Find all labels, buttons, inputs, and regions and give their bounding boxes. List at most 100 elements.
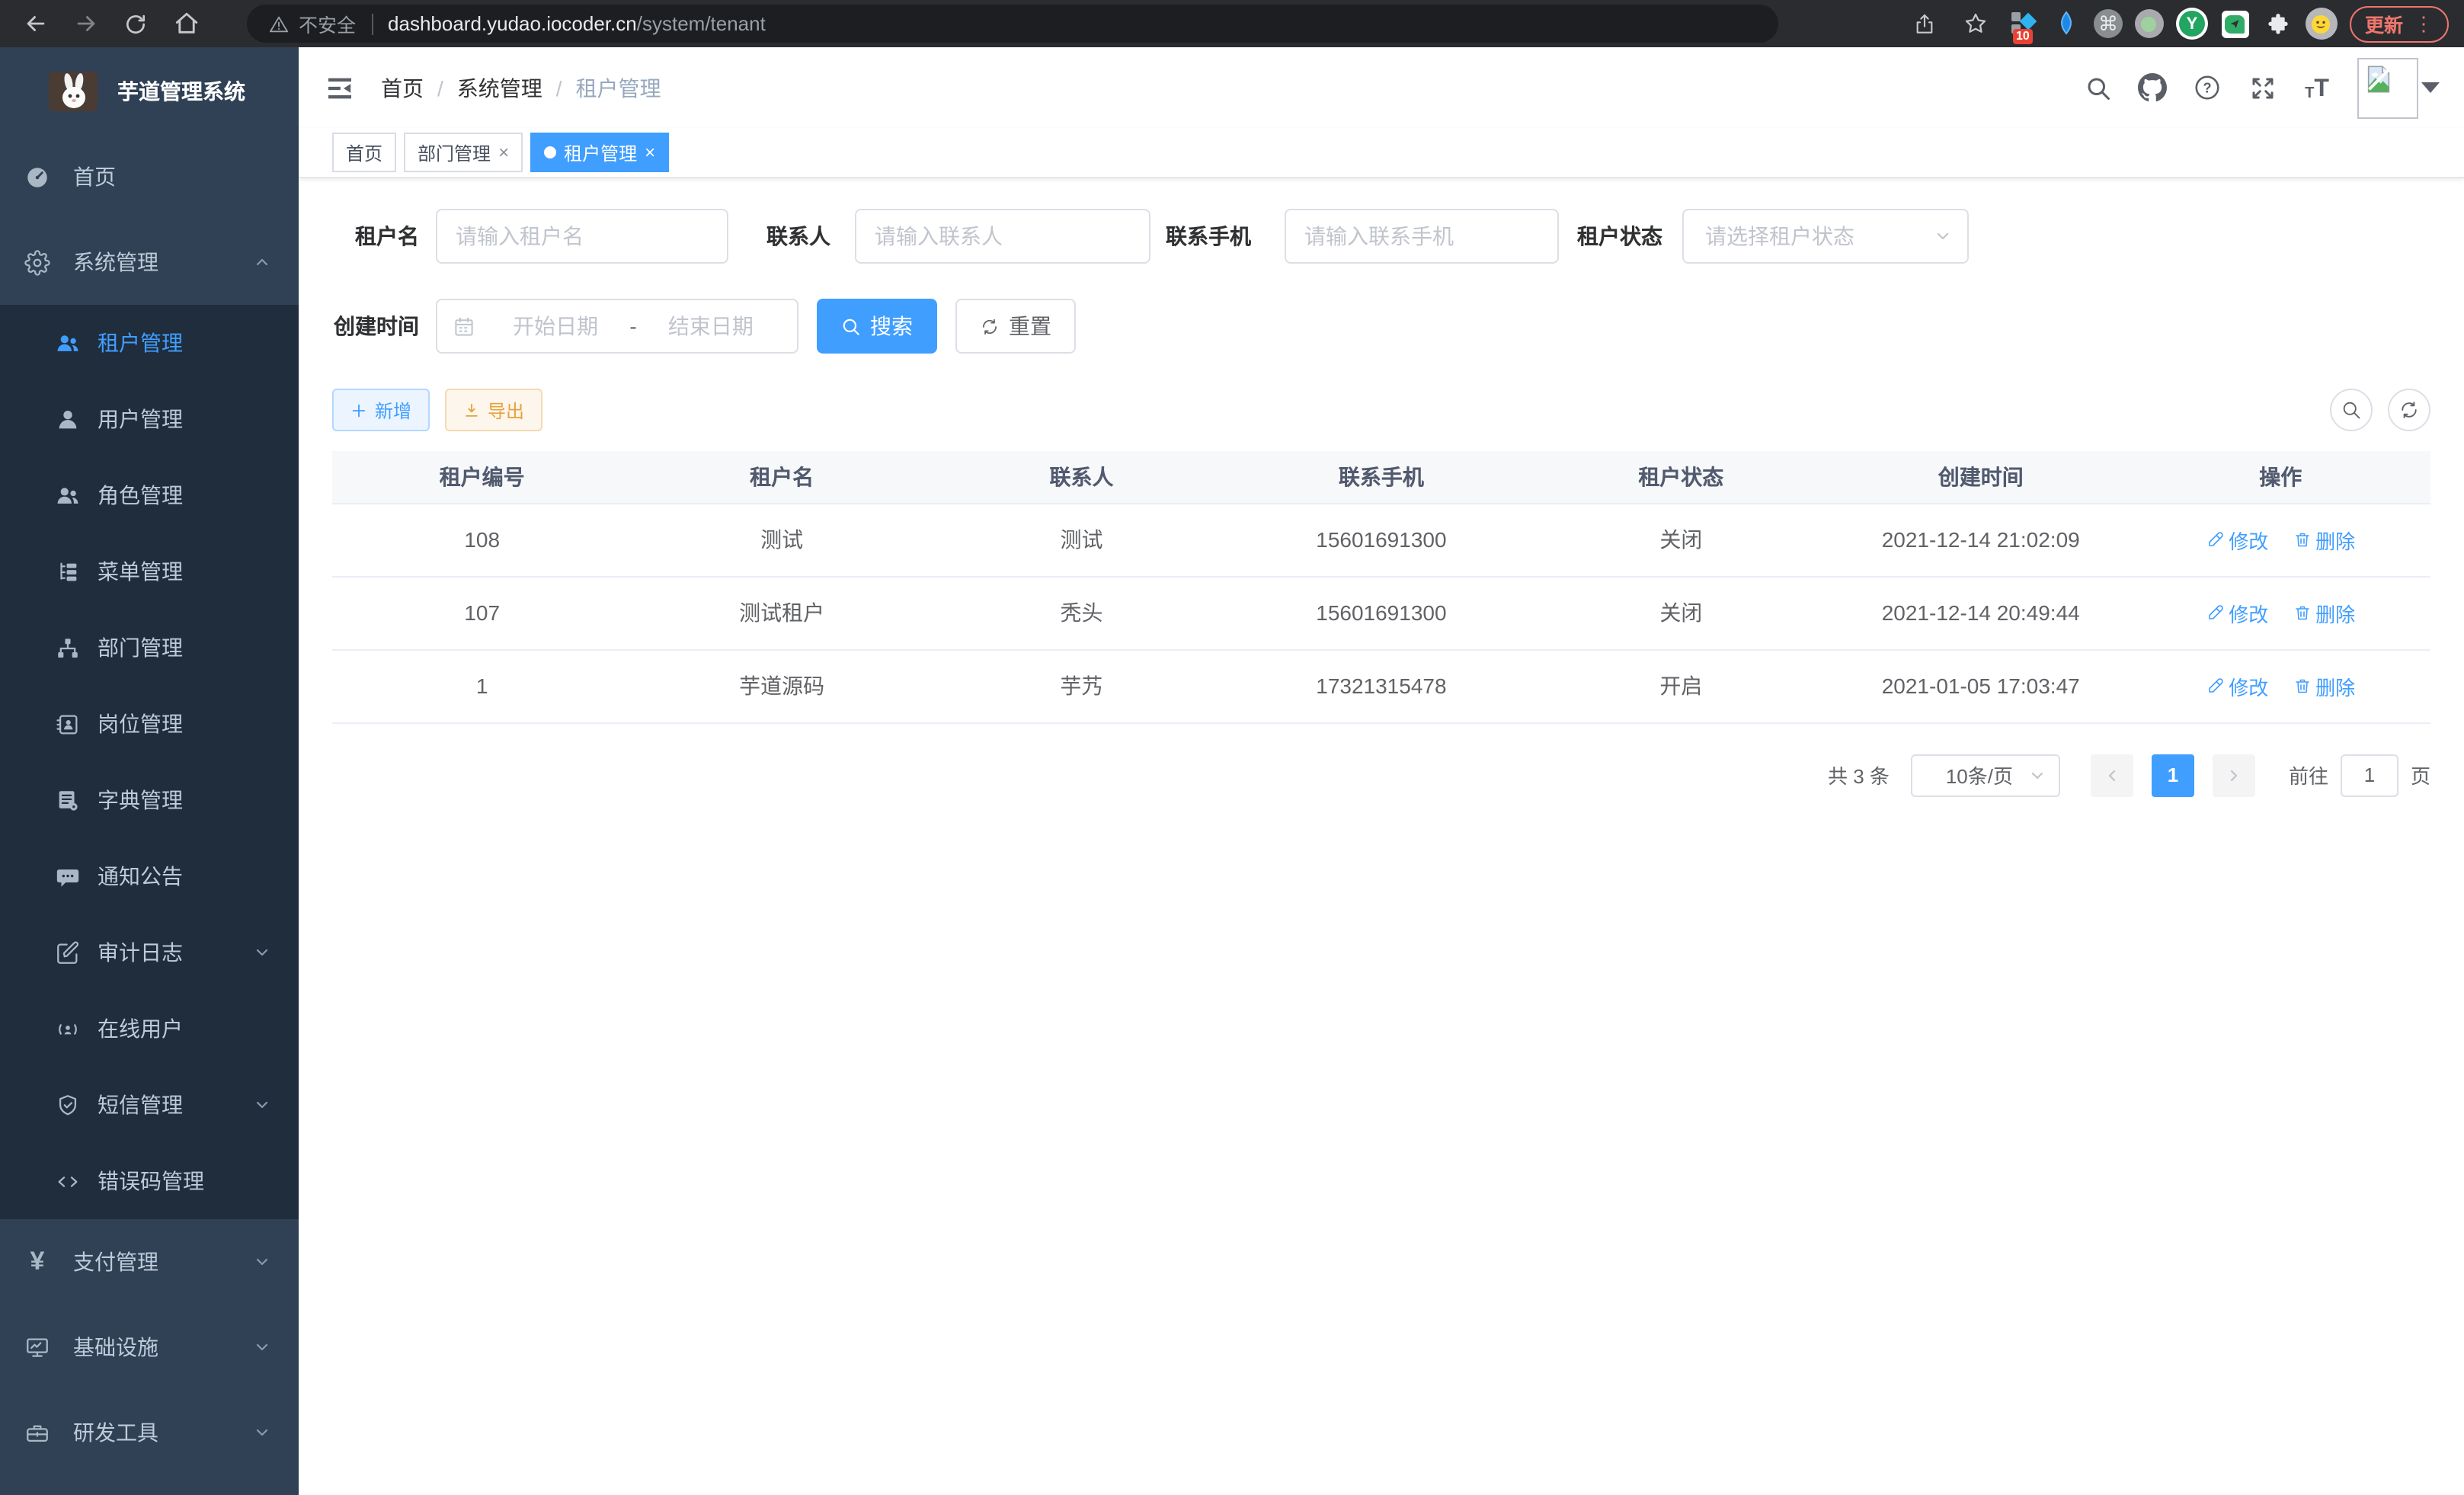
app-logo-row[interactable]: 芋道管理系统	[0, 47, 299, 134]
help-icon[interactable]: ?	[2193, 73, 2222, 102]
dashboard-icon	[24, 164, 50, 190]
sidebar-item-tenant[interactable]: 租户管理	[0, 305, 299, 381]
close-icon[interactable]: ×	[498, 142, 509, 163]
sidebar-item-menu[interactable]: 菜单管理	[0, 533, 299, 610]
sidebar-item-label: 首页	[73, 162, 116, 192]
toggle-search-button[interactable]	[2330, 389, 2373, 431]
date-end-placeholder: 结束日期	[640, 311, 782, 341]
search-button[interactable]: 搜索	[817, 299, 937, 354]
sidebar-item-dept[interactable]: 部门管理	[0, 610, 299, 686]
sidebar-item-error-code[interactable]: 错误码管理	[0, 1143, 299, 1219]
table-row: 108 测试 测试 15601691300 关闭 2021-12-14 21:0…	[332, 503, 2430, 576]
navbar: 首页 / 系统管理 / 租户管理 ?	[299, 47, 2464, 128]
browser-reload-button[interactable]	[116, 4, 155, 43]
fullscreen-icon[interactable]	[2248, 73, 2277, 102]
page-number-current[interactable]: 1	[2152, 754, 2194, 796]
extension-command-icon[interactable]: ⌘	[2094, 9, 2123, 38]
breadcrumb-item-current: 租户管理	[576, 72, 661, 103]
close-icon[interactable]: ×	[645, 142, 655, 163]
sidebar-collapse-icon[interactable]	[323, 71, 357, 104]
browser-home-button[interactable]	[166, 4, 206, 43]
sidebar-item-label: 租户管理	[98, 328, 183, 358]
extension-kite-icon[interactable]	[2051, 8, 2082, 39]
app-title: 芋道管理系统	[117, 75, 245, 106]
sidebar-item-infra[interactable]: 基础设施	[0, 1305, 299, 1390]
address-bar[interactable]: 不安全 dashboard.yudao.iocoder.cn /system/t…	[247, 5, 1778, 43]
users-icon	[55, 330, 81, 356]
sidebar-item-dict[interactable]: 字典管理	[0, 762, 299, 838]
delete-link[interactable]: 删除	[2293, 598, 2355, 627]
goto-page-input[interactable]	[2341, 754, 2398, 796]
edit-link[interactable]: 修改	[2206, 525, 2268, 554]
plus-icon	[350, 402, 367, 418]
tab-tenant[interactable]: 租户管理 ×	[530, 133, 669, 172]
reset-button[interactable]: 重置	[955, 299, 1076, 354]
tab-home[interactable]: 首页	[332, 133, 396, 172]
header-search-icon[interactable]	[2083, 73, 2112, 102]
sidebar-item-user[interactable]: 用户管理	[0, 381, 299, 457]
sidebar-item-home[interactable]: 首页	[0, 134, 299, 219]
bookmark-star-icon[interactable]	[1957, 4, 1996, 43]
extension-gray-green-icon[interactable]	[2135, 9, 2164, 38]
sidebar-item-label: 用户管理	[98, 404, 183, 434]
delete-link[interactable]: 删除	[2293, 525, 2355, 554]
edit-icon	[2206, 530, 2224, 549]
sidebar-item-audit-log[interactable]: 审计日志	[0, 914, 299, 991]
export-button[interactable]: 导出	[445, 389, 542, 431]
table-header-row: 租户编号 租户名 联系人 联系手机 租户状态 创建时间 操作	[332, 451, 2430, 503]
next-page-button[interactable]	[2213, 754, 2255, 796]
calendar-icon	[453, 315, 475, 338]
breadcrumb-item: 系统管理	[457, 72, 542, 103]
sidebar-item-post[interactable]: 岗位管理	[0, 686, 299, 762]
create-time-label: 创建时间	[332, 311, 419, 341]
col-actions: 操作	[2130, 451, 2430, 503]
font-size-icon[interactable]: TT	[2302, 73, 2331, 102]
sidebar-item-notice[interactable]: 通知公告	[0, 838, 299, 914]
refresh-table-button[interactable]	[2388, 389, 2430, 431]
sidebar-item-dev-tools[interactable]: 研发工具	[0, 1390, 299, 1475]
table-row: 1 芋道源码 芋艿 17321315478 开启 2021-01-05 17:0…	[332, 649, 2430, 722]
app-logo	[49, 71, 98, 110]
status-select[interactable]: 请选择租户状态	[1682, 209, 1969, 264]
profile-emoji-icon[interactable]	[2306, 8, 2338, 40]
breadcrumb-item[interactable]: 首页	[381, 72, 424, 103]
phone-input[interactable]	[1285, 209, 1559, 264]
add-button[interactable]: 新增	[332, 389, 430, 431]
extensions-puzzle-icon[interactable]	[2263, 8, 2293, 39]
sidebar: 芋道管理系统 首页 系统管理	[0, 47, 299, 1495]
page-size-select[interactable]: 10条/页	[1911, 754, 2060, 796]
delete-link[interactable]: 删除	[2293, 671, 2355, 700]
sidebar-item-label: 菜单管理	[98, 556, 183, 587]
chevron-up-icon	[253, 253, 271, 271]
chevron-down-icon	[253, 1096, 271, 1114]
extension-y-icon[interactable]: Y	[2176, 8, 2208, 40]
tenant-name-input[interactable]	[436, 209, 728, 264]
date-range-picker[interactable]: 开始日期 - 结束日期	[436, 299, 798, 354]
browser-forward-button[interactable]	[66, 4, 105, 43]
tab-dept[interactable]: 部门管理 ×	[404, 133, 523, 172]
sidebar-item-label: 通知公告	[98, 861, 183, 892]
sidebar-item-role[interactable]: 角色管理	[0, 457, 299, 533]
prev-page-button[interactable]	[2091, 754, 2133, 796]
user-menu[interactable]	[2357, 57, 2440, 118]
browser-update-button[interactable]: 更新 ⋮	[2350, 5, 2449, 42]
sidebar-item-system[interactable]: 系统管理	[0, 219, 299, 305]
online-signal-icon	[55, 1016, 81, 1042]
url-host: dashboard.yudao.iocoder.cn	[388, 12, 637, 35]
chevron-down-icon	[253, 943, 271, 962]
org-tree-icon	[55, 635, 81, 661]
contact-input[interactable]	[855, 209, 1150, 264]
github-icon[interactable]	[2138, 73, 2167, 102]
sidebar-item-sms[interactable]: 短信管理	[0, 1067, 299, 1143]
browser-back-button[interactable]	[15, 4, 55, 43]
share-icon[interactable]	[1905, 4, 1944, 43]
sidebar-item-label: 基础设施	[73, 1332, 158, 1362]
sidebar-item-online-users[interactable]: 在线用户	[0, 991, 299, 1067]
tree-list-icon	[55, 559, 81, 584]
extension-diamond-icon[interactable]: 10	[2008, 8, 2039, 39]
sidebar-item-payment[interactable]: ¥ 支付管理	[0, 1219, 299, 1305]
extension-chat-icon[interactable]	[2220, 8, 2251, 39]
edit-link[interactable]: 修改	[2206, 598, 2268, 627]
edit-link[interactable]: 修改	[2206, 671, 2268, 700]
date-start-placeholder: 开始日期	[485, 311, 626, 341]
